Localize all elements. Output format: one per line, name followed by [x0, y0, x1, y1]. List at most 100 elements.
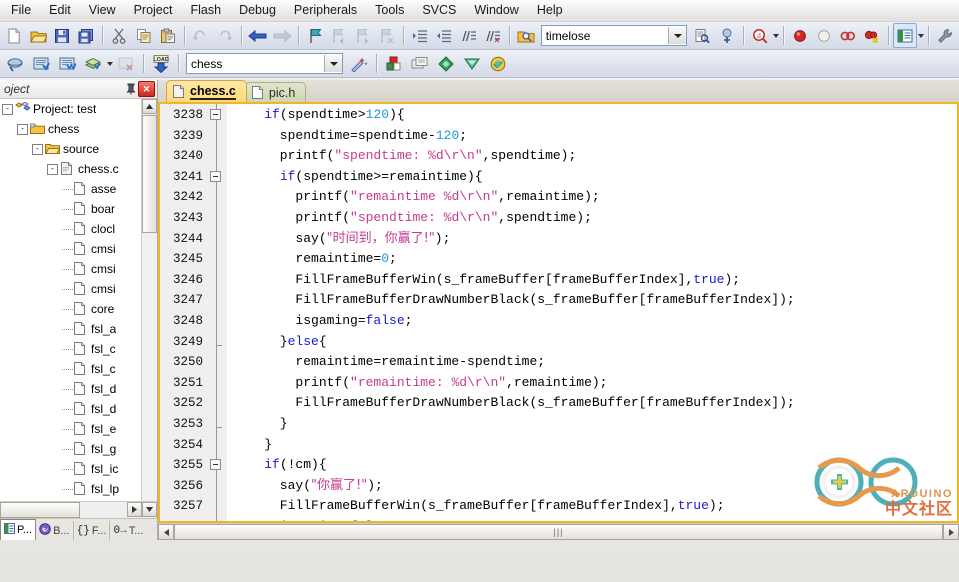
find-combo-dropdown[interactable] [668, 27, 687, 44]
editor-tab-chess-c[interactable]: chess.c [166, 80, 247, 102]
tree-item[interactable]: - chess [0, 119, 157, 139]
target-combo-dropdown[interactable] [324, 55, 342, 72]
editor-hscroll-thumb[interactable]: ||| [174, 524, 943, 540]
bookmark-next-icon[interactable] [351, 23, 375, 48]
open-file-icon[interactable] [26, 23, 50, 48]
project-tree-hscrollbar[interactable] [0, 501, 157, 518]
code-line[interactable]: say("你赢了!"); [227, 476, 957, 497]
menu-item-tools[interactable]: Tools [366, 1, 413, 21]
fold-toggle-icon[interactable] [210, 170, 221, 182]
menu-item-view[interactable]: View [80, 1, 125, 21]
project-tree[interactable]: - Project: test - chess - source - chess.c asse b… [0, 99, 157, 501]
hscroll-thumb[interactable] [0, 502, 80, 518]
hscroll-track[interactable] [80, 502, 127, 518]
code-line[interactable]: printf("remaintime %d\r\n",remaintime); [227, 187, 957, 208]
project-tab-project[interactable]: P... [0, 519, 37, 540]
stop-build-icon[interactable] [113, 51, 139, 76]
download-icon[interactable]: LOAD [148, 51, 174, 76]
code-line[interactable]: spendtime=spendtime-120; [227, 126, 957, 147]
editor-tab-pic-h[interactable]: pic.h [244, 82, 307, 102]
tree-item[interactable]: - Project: test [0, 99, 157, 119]
undo-icon[interactable] [189, 23, 213, 48]
scroll-up-button[interactable] [142, 99, 157, 114]
uncomment-icon[interactable] [481, 23, 505, 48]
code-line[interactable]: remaintime=0; [227, 249, 957, 270]
new-file-icon[interactable] [2, 23, 26, 48]
tree-item[interactable]: fsl_e [0, 419, 157, 439]
tree-item[interactable]: core [0, 299, 157, 319]
code-line[interactable]: printf("spendtime: %d\r\n",spendtime); [227, 146, 957, 167]
code-line[interactable]: if(spendtime>120){ [227, 105, 957, 126]
save-all-icon[interactable] [74, 23, 98, 48]
code-line[interactable]: FillFrameBufferWin(s_frameBuffer[frameBu… [227, 496, 957, 517]
editor-hscroll-left-button[interactable] [158, 524, 174, 540]
code-line[interactable]: say("时间到，你赢了!"); [227, 229, 957, 250]
find-in-files-icon[interactable] [690, 23, 714, 48]
menu-item-file[interactable]: File [2, 1, 40, 21]
menu-item-svcs[interactable]: SVCS [413, 1, 465, 21]
record-icon[interactable] [788, 23, 812, 48]
project-tree-scrollbar[interactable] [141, 99, 157, 501]
code-line[interactable]: printf("remaintime: %d\r\n",remaintime); [227, 373, 957, 394]
vscroll-down-button[interactable] [142, 502, 157, 517]
project-tab-templates[interactable]: 0→ T... [110, 521, 146, 540]
menu-item-project[interactable]: Project [125, 1, 182, 21]
paste-icon[interactable] [156, 23, 180, 48]
code-line[interactable]: } [227, 435, 957, 456]
editor-hscroll-right-button[interactable] [943, 524, 959, 540]
svcs-icon[interactable] [485, 51, 511, 76]
tree-expander-icon[interactable]: - [47, 163, 58, 175]
code-line[interactable]: if(!cm){ [227, 455, 957, 476]
code-line[interactable]: FillFrameBufferDrawNumberBlack(s_frameBu… [227, 290, 957, 311]
tree-item[interactable]: fsl_c [0, 339, 157, 359]
tree-item[interactable]: fsl_a [0, 319, 157, 339]
window-manager-caret-icon[interactable] [917, 33, 924, 38]
zoom-search-caret-icon[interactable] [772, 33, 779, 38]
tree-item[interactable]: cmsi [0, 239, 157, 259]
tree-expander-icon[interactable]: - [17, 123, 28, 135]
manage-project-icon[interactable] [407, 51, 433, 76]
window-manager-icon[interactable] [892, 23, 917, 48]
code-folding-column[interactable] [207, 104, 227, 521]
bookmark-clear-icon[interactable] [375, 23, 399, 48]
menu-item-edit[interactable]: Edit [40, 1, 80, 21]
fold-toggle-icon[interactable] [210, 459, 221, 471]
menu-item-flash[interactable]: Flash [181, 1, 230, 21]
target-options-icon[interactable] [381, 51, 407, 76]
menu-item-debug[interactable]: Debug [230, 1, 285, 21]
code-line[interactable]: } [227, 414, 957, 435]
find-input[interactable] [541, 27, 669, 44]
stop-record-icon[interactable] [812, 23, 836, 48]
batch-build-icon[interactable] [80, 51, 106, 76]
code-line[interactable]: FillFrameBufferWin(s_frameBuffer[frameBu… [227, 270, 957, 291]
find-combo[interactable] [540, 25, 688, 46]
cut-icon[interactable] [107, 23, 131, 48]
tree-item[interactable]: cmsi [0, 259, 157, 279]
project-tab-books[interactable]: B... [36, 521, 74, 540]
tree-item[interactable]: fsl_d [0, 399, 157, 419]
target-input[interactable] [187, 55, 324, 72]
build-icon[interactable] [28, 51, 54, 76]
tree-item[interactable]: - source [0, 139, 157, 159]
tree-expander-icon[interactable]: - [2, 103, 13, 115]
find-folder-icon[interactable] [514, 23, 538, 48]
tree-item[interactable]: fsl_lp [0, 479, 157, 499]
tree-item[interactable]: - chess.c [0, 159, 157, 179]
components-icon[interactable] [433, 51, 459, 76]
code-line[interactable]: FillFrameBufferDrawNumberBlack(s_frameBu… [227, 393, 957, 414]
copy-icon[interactable] [131, 23, 155, 48]
tree-item[interactable]: fsl_lp [0, 499, 157, 501]
tree-item[interactable]: fsl_g [0, 439, 157, 459]
rebuild-icon[interactable] [54, 51, 80, 76]
tree-item[interactable]: fsl_c [0, 359, 157, 379]
code-line[interactable]: isgaming=false; [227, 517, 957, 521]
bookmark-prev-icon[interactable] [327, 23, 351, 48]
settings-wrench-icon[interactable] [933, 23, 957, 48]
comment-icon[interactable] [456, 23, 480, 48]
hscroll-right-button[interactable] [127, 502, 142, 517]
translate-icon[interactable] [2, 51, 28, 76]
code-line[interactable]: if(spendtime>=remaintime){ [227, 167, 957, 188]
editor-hscrollbar[interactable]: ||| [158, 523, 959, 540]
tree-item[interactable]: asse [0, 179, 157, 199]
tree-item[interactable]: clocl [0, 219, 157, 239]
